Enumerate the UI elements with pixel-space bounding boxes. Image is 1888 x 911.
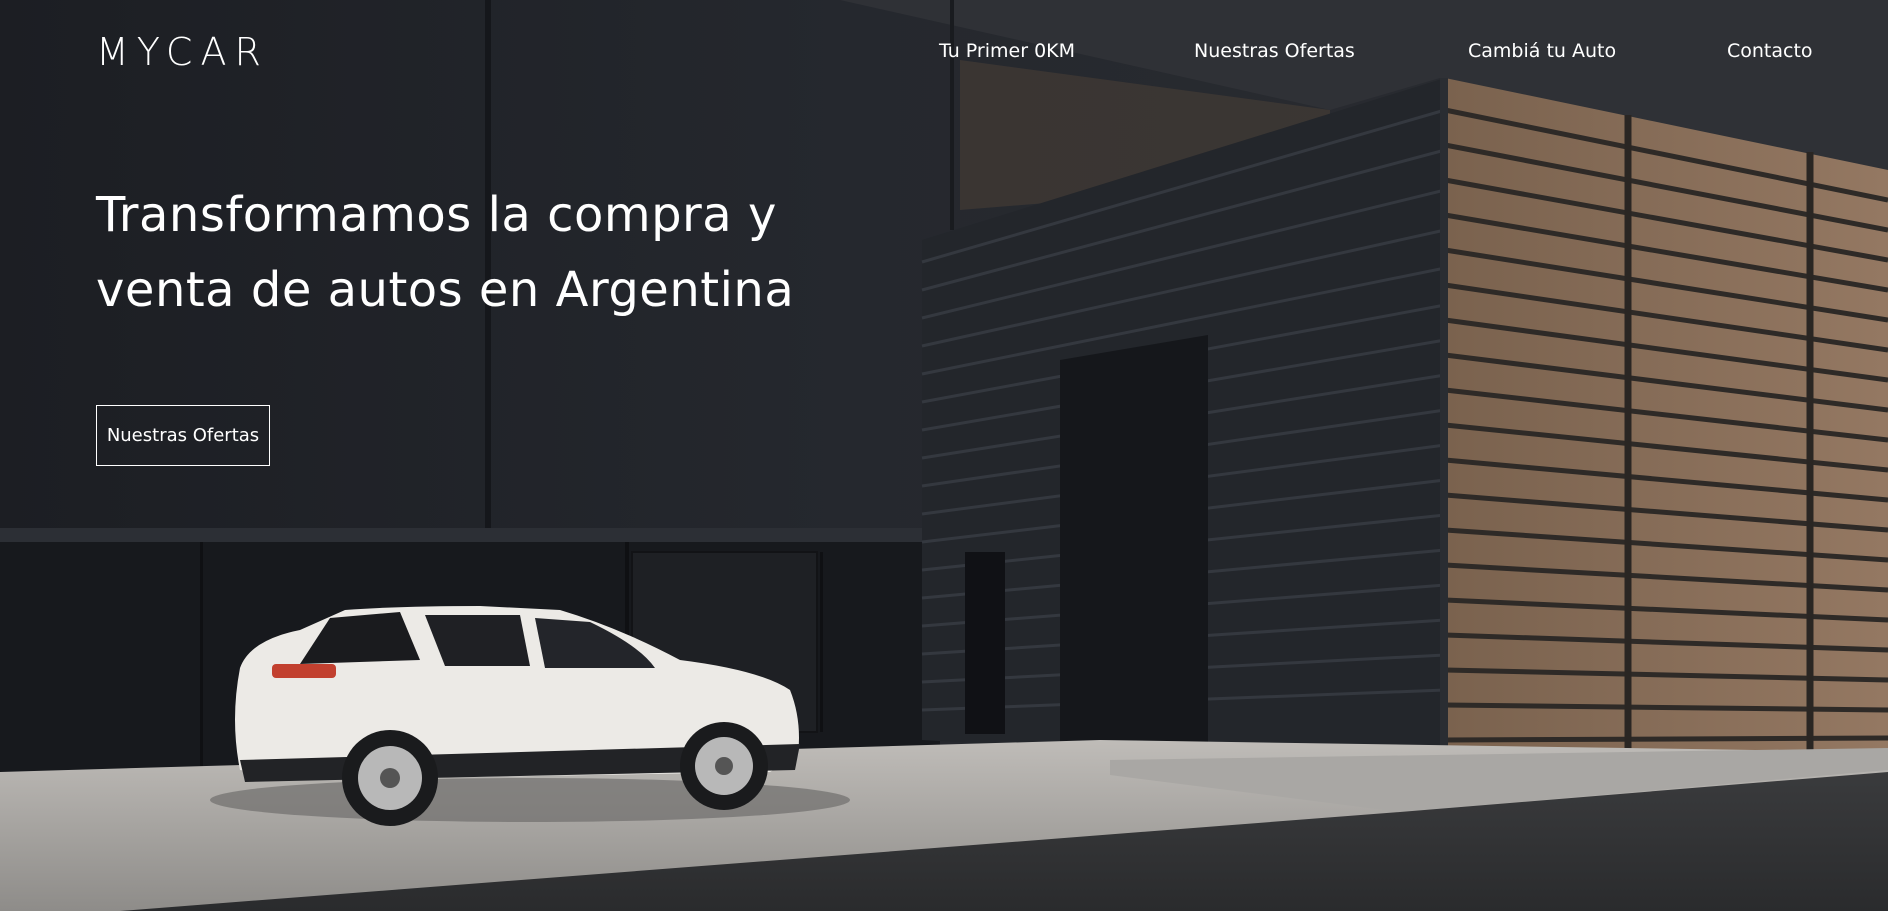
nav-link-cambia-tu-auto[interactable]: Cambiá tu Auto (1468, 40, 1616, 62)
nav-link-contacto[interactable]: Contacto (1727, 40, 1813, 62)
hero-background (0, 0, 1888, 911)
nuestras-ofertas-button[interactable]: Nuestras Ofertas (96, 405, 270, 466)
hero-headline: Transformamos la compra y venta de autos… (96, 178, 816, 328)
nav-link-nuestras-ofertas[interactable]: Nuestras Ofertas (1194, 40, 1355, 62)
hero-photo (0, 0, 1888, 911)
main-nav: Tu Primer 0KM Nuestras Ofertas Cambiá tu… (0, 40, 1888, 64)
nav-link-primer-0km[interactable]: Tu Primer 0KM (939, 40, 1075, 62)
hero-headline-line2: venta de autos en Argentina (96, 262, 795, 318)
hero-headline-line1: Transformamos la compra y (96, 187, 777, 243)
